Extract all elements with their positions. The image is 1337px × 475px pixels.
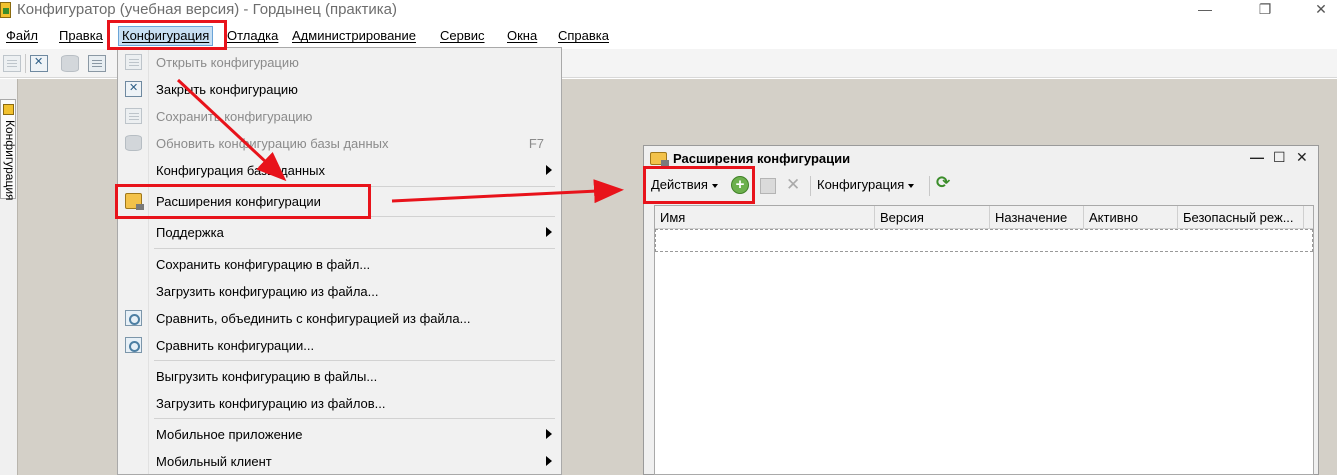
update-db-icon[interactable] — [61, 55, 79, 72]
column-label: Безопасный реж... — [1183, 210, 1294, 225]
column-label: Версия — [880, 210, 924, 225]
submenu-arrow-icon — [546, 456, 552, 466]
configuration-dropdown: Открыть конфигурацию Закрыть конфигураци… — [117, 47, 562, 475]
side-tab-configuration[interactable]: Конфигурация — [0, 99, 17, 201]
menu-item-mobile-client[interactable]: Мобильный клиент — [118, 449, 561, 473]
minimize-icon[interactable]: — — [1190, 0, 1220, 22]
caret-down-icon — [908, 183, 915, 188]
configuration-dropdown-button[interactable]: Конфигурация — [817, 177, 915, 192]
menu-item-support[interactable]: Поддержка — [118, 220, 561, 244]
column-header-active[interactable]: Активно — [1084, 206, 1178, 229]
menu-item-label: Обновить конфигурацию базы данных — [156, 136, 389, 151]
menu-service[interactable]: Сервис — [440, 28, 485, 43]
column-header-purpose[interactable]: Назначение — [990, 206, 1084, 229]
menu-item-mobile-app[interactable]: Мобильное приложение — [118, 422, 561, 446]
toolbar-separator — [929, 176, 930, 196]
app-icon — [0, 2, 11, 18]
menu-item-db-configuration[interactable]: Конфигурация базы данных — [118, 158, 561, 182]
menu-item-close-configuration[interactable]: Закрыть конфигурацию — [118, 77, 561, 101]
close-config-icon[interactable] — [30, 55, 48, 72]
menu-help[interactable]: Справка — [558, 28, 609, 43]
open-config-icon — [125, 54, 142, 70]
save-config-icon — [125, 108, 142, 124]
menu-edit[interactable]: Правка — [59, 28, 103, 43]
close-icon[interactable]: ✕ — [1296, 149, 1308, 166]
table-row[interactable] — [655, 229, 1313, 252]
menu-item-label: Сохранить конфигурацию — [156, 109, 313, 124]
side-panel-strip: Конфигурация — [0, 79, 18, 475]
menu-administration[interactable]: Администрирование — [292, 28, 416, 43]
column-label: Имя — [660, 210, 686, 225]
menu-item-compare-merge[interactable]: Сравнить, объединить с конфигурацией из … — [118, 306, 561, 330]
menu-item-label: Выгрузить конфигурацию в файлы... — [156, 369, 378, 384]
column-header-name[interactable]: Имя — [655, 206, 875, 229]
maximize-icon[interactable]: ☐ — [1273, 149, 1286, 166]
window-title: Конфигуратор (учебная версия) - Гордынец… — [17, 1, 397, 18]
side-tab-label: Конфигурация — [3, 120, 17, 201]
shortcut-label: F7 — [528, 136, 544, 151]
compare-merge-icon — [125, 310, 142, 326]
close-config-icon — [125, 81, 142, 97]
edit-icon[interactable] — [760, 178, 776, 194]
highlight-actions-button — [643, 166, 755, 204]
menu-item-label: Загрузить конфигурацию из файлов... — [156, 396, 386, 411]
minimize-icon[interactable]: — — [1250, 149, 1264, 165]
menu-item-label: Сохранить конфигурацию в файл... — [156, 257, 371, 272]
column-header-version[interactable]: Версия — [875, 206, 990, 229]
title-bar: Конфигуратор (учебная версия) - Гордынец… — [0, 0, 1337, 22]
toolbar-separator — [810, 176, 811, 196]
toolbar-separator — [25, 54, 26, 73]
compare-icon — [125, 337, 142, 353]
menu-item-compare[interactable]: Сравнить конфигурации... — [118, 333, 561, 357]
menu-item-export-to-files[interactable]: Выгрузить конфигурацию в файлы... — [118, 364, 561, 388]
table-header: Имя Версия Назначение Активно Безопасный… — [655, 206, 1313, 229]
menu-file[interactable]: Файл — [6, 28, 38, 43]
submenu-arrow-icon — [546, 227, 552, 237]
column-label: Активно — [1089, 210, 1139, 225]
menu-item-label: Открыть конфигурацию — [156, 55, 299, 70]
column-header-safe-mode[interactable]: Безопасный реж... — [1178, 206, 1304, 229]
open-config-icon[interactable] — [3, 55, 21, 72]
menu-separator — [154, 418, 555, 419]
config-tree-icon[interactable] — [88, 55, 106, 72]
menu-item-open-configuration[interactable]: Открыть конфигурацию — [118, 50, 561, 74]
refresh-icon[interactable]: ⟳ — [936, 173, 950, 193]
highlight-menu-configuration — [107, 20, 227, 50]
configuration-label: Конфигурация — [817, 177, 905, 192]
menu-item-label: Конфигурация базы данных — [156, 163, 326, 178]
menu-item-load-from-file[interactable]: Загрузить конфигурацию из файла... — [118, 279, 561, 303]
menu-item-label: Мобильное приложение — [156, 427, 303, 442]
menu-item-label: Закрыть конфигурацию — [156, 82, 298, 97]
configuration-icon — [3, 104, 14, 115]
restore-icon[interactable]: ❐ — [1250, 0, 1280, 22]
menu-debug[interactable]: Отладка — [227, 28, 278, 43]
extensions-table[interactable]: Имя Версия Назначение Активно Безопасный… — [654, 205, 1314, 475]
menu-separator — [154, 360, 555, 361]
update-db-icon — [125, 135, 142, 151]
delete-icon[interactable]: ✕ — [786, 175, 800, 195]
extensions-icon — [650, 152, 669, 166]
menu-windows[interactable]: Окна — [507, 28, 537, 43]
menu-item-label: Мобильный клиент — [156, 454, 272, 469]
menu-item-label: Поддержка — [156, 225, 224, 240]
close-icon[interactable]: ✕ — [1306, 0, 1336, 22]
menu-item-label: Сравнить, объединить с конфигурацией из … — [156, 311, 471, 326]
extensions-window-title: Расширения конфигурации — [673, 151, 851, 166]
menu-separator — [154, 248, 555, 249]
menu-item-load-from-files[interactable]: Загрузить конфигурацию из файлов... — [118, 391, 561, 415]
menu-item-update-db-configuration[interactable]: Обновить конфигурацию базы данных F7 — [118, 131, 561, 155]
submenu-arrow-icon — [546, 165, 552, 175]
menu-item-label: Загрузить конфигурацию из файла... — [156, 284, 379, 299]
menu-item-label: Сравнить конфигурации... — [156, 338, 315, 353]
highlight-extensions-item — [115, 184, 371, 219]
menu-item-save-to-file[interactable]: Сохранить конфигурацию в файл... — [118, 252, 561, 276]
submenu-arrow-icon — [546, 429, 552, 439]
menu-item-save-configuration[interactable]: Сохранить конфигурацию — [118, 104, 561, 128]
column-label: Назначение — [995, 210, 1068, 225]
